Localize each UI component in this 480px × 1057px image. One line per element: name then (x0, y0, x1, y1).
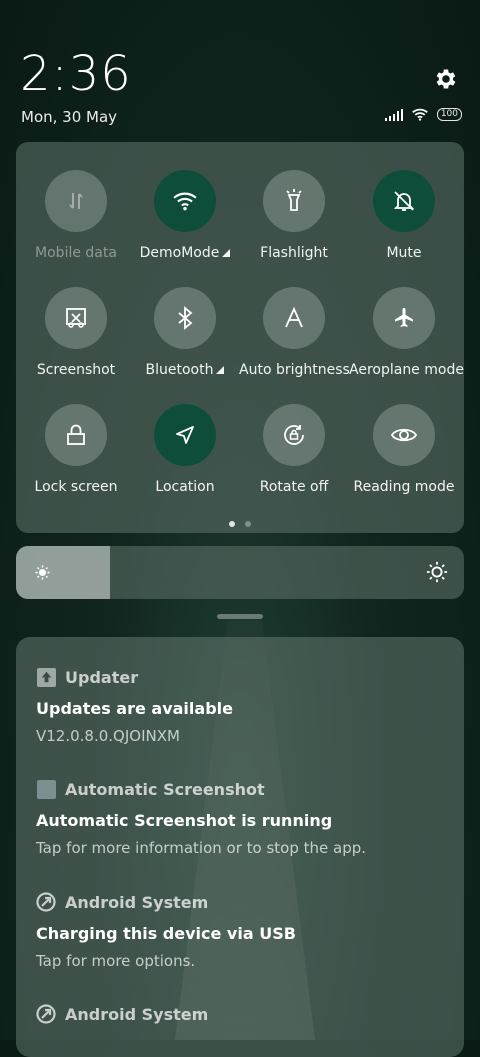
mute-bell-icon (373, 170, 435, 232)
tile-aeroplane-mode[interactable]: Aeroplane mode (349, 287, 464, 378)
quick-settings-panel: Mobile data DemoMode Flashlight Mute Scr… (16, 142, 464, 533)
notification-app-name: Automatic Screenshot (65, 779, 265, 799)
tile-label: Reading mode (353, 479, 455, 495)
auto-brightness-icon (263, 287, 325, 349)
tile-wifi[interactable]: DemoMode (130, 170, 240, 261)
aeroplane-icon (373, 287, 435, 349)
notification-android-system-usb[interactable]: Android System Charging this device via … (36, 892, 446, 970)
notification-text: Tap for more options. (36, 952, 196, 970)
tile-flashlight[interactable]: Flashlight (239, 170, 349, 261)
date[interactable]: Mon, 30 May (21, 108, 117, 126)
expand-triangle-icon (216, 366, 225, 374)
tile-mobile-data[interactable]: Mobile data (21, 170, 131, 261)
tile-label: Mute (386, 245, 422, 261)
tile-location[interactable]: Location (130, 404, 240, 495)
notification-android-system[interactable]: Android System (36, 1004, 446, 1024)
tile-screenshot[interactable]: Screenshot (21, 287, 131, 378)
tile-label: Location (155, 479, 215, 495)
notification-text: V12.0.8.0.QJOINXM (36, 727, 180, 745)
settings-gear-icon[interactable] (433, 66, 459, 92)
brightness-fill (16, 546, 111, 599)
notification-title: Automatic Screenshot is running (36, 811, 333, 830)
tile-label: Screenshot (36, 362, 116, 378)
brightness-slider[interactable] (16, 546, 464, 599)
notification-app-name: Updater (65, 667, 139, 687)
android-system-icon (36, 892, 56, 912)
notification-text: Tap for more information or to stop the … (36, 839, 367, 857)
notification-panel: Updater Updates are available V12.0.8.0.… (16, 637, 464, 1057)
tile-label: DemoMode (130, 245, 240, 261)
auto-screenshot-app-icon (36, 779, 56, 799)
tile-label: Lock screen (34, 479, 118, 495)
android-system-icon (36, 1004, 56, 1024)
updater-arrow-icon (36, 667, 56, 687)
tile-lock-screen[interactable]: Lock screen (21, 404, 131, 495)
flashlight-icon (263, 170, 325, 232)
tile-label: Mobile data (35, 245, 117, 261)
panel-drag-handle[interactable] (217, 614, 263, 619)
expand-triangle-icon (222, 249, 231, 257)
brightness-high-icon (426, 561, 448, 583)
notification-updater[interactable]: Updater Updates are available V12.0.8.0.… (36, 667, 446, 745)
tile-bluetooth[interactable]: Bluetooth (130, 287, 240, 378)
tile-reading-mode[interactable]: Reading mode (349, 404, 459, 495)
notification-auto-screenshot[interactable]: Automatic Screenshot Automatic Screensho… (36, 779, 446, 857)
screenshot-icon (45, 287, 107, 349)
wifi-icon (154, 170, 216, 232)
notification-title: Updates are available (36, 699, 233, 718)
status-icons: 100 (384, 108, 462, 121)
location-icon (154, 404, 216, 466)
battery-indicator: 100 (436, 108, 462, 121)
tile-label: Flashlight (260, 245, 328, 261)
clock[interactable]: 2:36 (20, 46, 132, 102)
signal-icon (384, 108, 403, 121)
notification-app-name: Android System (65, 1004, 209, 1024)
page-dot (245, 521, 251, 527)
page-dot-active (229, 521, 235, 527)
tile-label: Rotate off (259, 479, 329, 495)
eye-icon (373, 404, 435, 466)
tile-label: Auto brightness (239, 362, 350, 378)
mobile-data-icon (45, 170, 107, 232)
notification-app-name: Android System (65, 892, 209, 912)
page-indicator (16, 521, 464, 527)
tile-rotate[interactable]: Rotate off (239, 404, 349, 495)
wifi-status-icon (412, 108, 428, 121)
brightness-low-icon (35, 565, 50, 580)
tile-mute[interactable]: Mute (349, 170, 459, 261)
notification-title: Charging this device via USB (36, 924, 296, 943)
rotate-lock-icon (263, 404, 325, 466)
lock-icon (45, 404, 107, 466)
tile-label: Aeroplane mode (349, 362, 464, 378)
tile-auto-brightness[interactable]: Auto brightness (239, 287, 350, 378)
bluetooth-icon (154, 287, 216, 349)
tile-label: Bluetooth (130, 362, 240, 378)
